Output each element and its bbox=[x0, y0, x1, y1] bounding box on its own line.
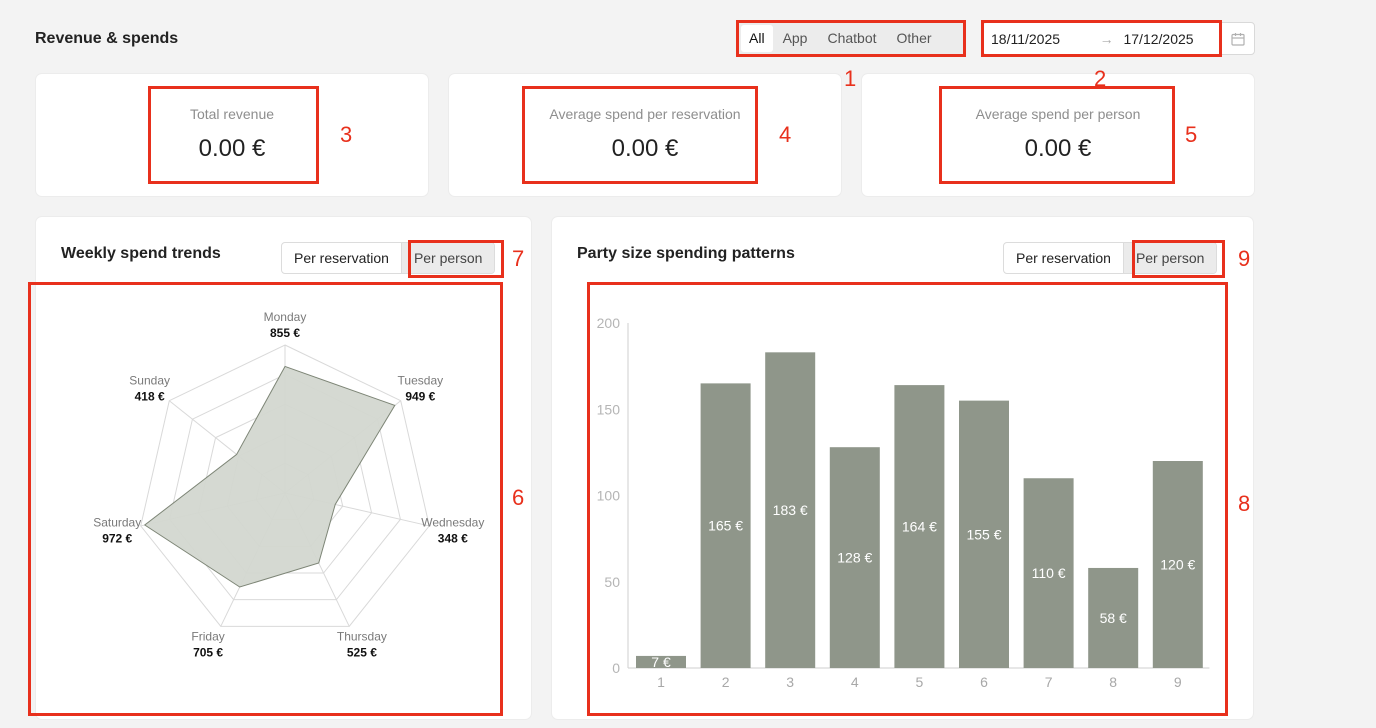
y-tick-label: 150 bbox=[597, 401, 621, 417]
party-toggle: Per reservation Per person bbox=[1003, 242, 1218, 274]
annotation-label-3: 3 bbox=[340, 122, 353, 147]
x-tick-label: 7 bbox=[1045, 674, 1053, 690]
x-tick-label: 9 bbox=[1174, 674, 1182, 690]
filter-other[interactable]: Other bbox=[887, 25, 942, 52]
annotation-label-6: 6 bbox=[512, 485, 525, 510]
kpi-label: Total revenue bbox=[189, 106, 275, 122]
radar-value-label: 855 € bbox=[270, 326, 300, 340]
bar-value-label: 165 € bbox=[708, 518, 743, 534]
x-tick-label: 5 bbox=[916, 674, 924, 690]
weekly-panel-title: Weekly spend trends bbox=[61, 245, 221, 262]
annotation-label-8: 8 bbox=[1238, 491, 1251, 516]
date-arrow-icon: → bbox=[1099, 30, 1114, 47]
radar-value-label: 705 € bbox=[193, 645, 223, 659]
x-tick-label: 1 bbox=[657, 674, 665, 690]
radar-category-label: Sunday bbox=[129, 373, 170, 387]
radar-category-label: Tuesday bbox=[398, 373, 444, 387]
bar-value-label: 110 € bbox=[1032, 565, 1066, 581]
bar-value-label: 164 € bbox=[902, 519, 937, 535]
channel-filter: All App Chatbot Other bbox=[738, 22, 965, 55]
radar-category-label: Saturday bbox=[93, 515, 141, 529]
x-tick-label: 2 bbox=[722, 674, 730, 690]
weekly-radar-chart: Monday 855 € Tuesday 949 € Wednesday 348 € Thu… bbox=[93, 310, 484, 659]
radar-category-label: Monday bbox=[264, 310, 307, 324]
kpi-label: Average spend per reservation bbox=[549, 106, 741, 122]
radar-value-label: 949 € bbox=[405, 389, 435, 403]
x-tick-label: 6 bbox=[980, 674, 988, 690]
kpi-label: Average spend per person bbox=[975, 106, 1141, 122]
x-tick-label: 4 bbox=[851, 674, 859, 690]
kpi-total-revenue: Total revenue 0.00 € bbox=[35, 73, 429, 197]
filter-chatbot[interactable]: Chatbot bbox=[817, 25, 886, 52]
bar-value-label: 120 € bbox=[1160, 557, 1195, 573]
annotation-label-4: 4 bbox=[779, 122, 792, 147]
y-tick-label: 200 bbox=[597, 315, 621, 331]
y-tick-label: 100 bbox=[597, 488, 621, 504]
date-range-picker[interactable]: 18/11/2025 → 17/12/2025 bbox=[982, 22, 1255, 55]
radar-value-label: 972 € bbox=[102, 531, 132, 545]
bar-value-label: 183 € bbox=[773, 502, 808, 518]
annotation-label-5: 5 bbox=[1185, 122, 1198, 147]
radar-value-label: 525 € bbox=[347, 645, 377, 659]
radar-category-label: Friday bbox=[191, 629, 224, 643]
x-tick-label: 3 bbox=[786, 674, 794, 690]
radar-category-label: Thursday bbox=[337, 629, 387, 643]
date-start[interactable]: 18/11/2025 bbox=[991, 31, 1090, 47]
date-end[interactable]: 17/12/2025 bbox=[1123, 31, 1220, 47]
party-bar-chart: 0 50 100 150 200 1 7 € 2 165 € 3 183 € 4 128 € 5 164 €… bbox=[597, 315, 1210, 690]
bar-value-label: 58 € bbox=[1100, 610, 1127, 626]
party-per-person-button[interactable]: Per person bbox=[1122, 243, 1217, 273]
radar-series-area bbox=[143, 365, 396, 588]
weekly-toggle: Per reservation Per person bbox=[281, 242, 496, 274]
annotation-label-2: 2 bbox=[1094, 66, 1107, 91]
bar-value-label: 155 € bbox=[966, 526, 1001, 542]
filter-app[interactable]: App bbox=[773, 25, 818, 52]
radar-value-label: 418 € bbox=[135, 389, 165, 403]
radar-value-label: 348 € bbox=[438, 531, 468, 545]
calendar-icon[interactable] bbox=[1220, 23, 1254, 54]
y-tick-label: 0 bbox=[612, 660, 620, 676]
filter-all[interactable]: All bbox=[741, 25, 773, 52]
page-title: Revenue & spends bbox=[35, 30, 179, 47]
annotation-label-1: 1 bbox=[844, 66, 857, 91]
party-per-reservation-button[interactable]: Per reservation bbox=[1004, 243, 1123, 273]
party-panel-title: Party size spending patterns bbox=[577, 245, 795, 262]
y-tick-label: 50 bbox=[604, 574, 620, 590]
annotation-label-7: 7 bbox=[512, 246, 525, 271]
annotation-label-9: 9 bbox=[1238, 246, 1251, 271]
bar-value-label: 128 € bbox=[837, 550, 872, 566]
weekly-per-person-button[interactable]: Per person bbox=[400, 243, 495, 273]
weekly-per-reservation-button[interactable]: Per reservation bbox=[282, 243, 401, 273]
radar-category-label: Wednesday bbox=[421, 515, 484, 529]
bar-value-label: 7 € bbox=[651, 654, 671, 670]
x-tick-label: 8 bbox=[1109, 674, 1117, 690]
kpi-value: 0.00 € bbox=[198, 135, 266, 162]
